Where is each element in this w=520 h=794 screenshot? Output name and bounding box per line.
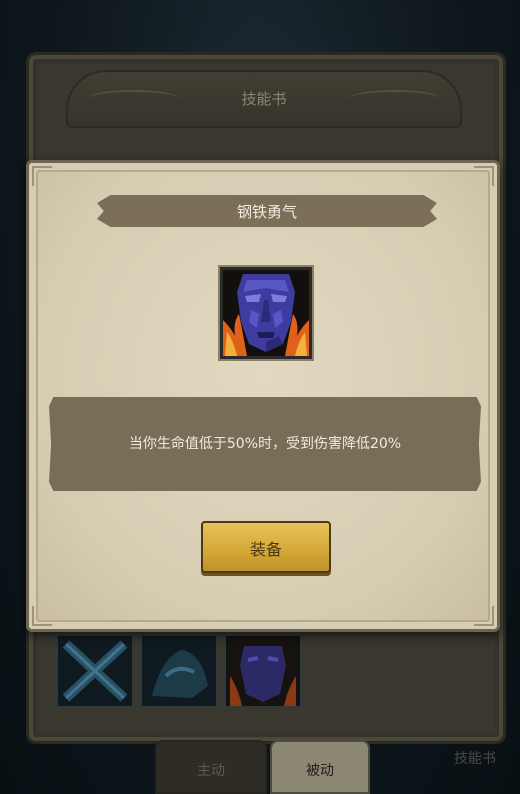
tab-active-skills[interactable]: 主动 [155, 740, 267, 794]
skill-name: 钢铁勇气 [236, 203, 297, 221]
equip-button[interactable]: 装备 [201, 521, 331, 573]
skill-book-header: 技能书 [66, 70, 462, 128]
skill-icon-frame [220, 267, 312, 359]
skill-slot-2[interactable] [140, 634, 218, 708]
skill-description: 当你生命值低于50%时，受到伤害降低20% [128, 436, 402, 452]
popup-corner-tr [474, 166, 494, 186]
popup-corner-br [474, 606, 494, 626]
skill-book-corner-label[interactable]: 技能书 [454, 748, 496, 768]
shadow-beast-icon [142, 636, 216, 706]
skill-name-banner: 钢铁勇气 [97, 195, 437, 227]
equip-button-label: 装备 [249, 540, 282, 559]
popup-corner-bl [32, 606, 52, 626]
skill-description-box: 当你生命值低于50%时，受到伤害降低20% [49, 397, 481, 491]
skill-slot-1[interactable] [56, 634, 134, 708]
tab-passive-skills[interactable]: 被动 [270, 740, 370, 794]
game-screen: 技能书 主动 被动 技能书 钢铁勇气 当你生命值低于50%时，受到伤害降低20%… [0, 0, 520, 794]
iron-face-icon [226, 636, 300, 706]
skill-detail-popup: 钢铁勇气 当你生命值低于50%时，受到伤害降低20% 装备 [26, 160, 500, 632]
crossed-swords-icon [58, 636, 132, 706]
skill-book-title: 技能书 [241, 90, 287, 108]
skill-slot-3[interactable] [224, 634, 302, 708]
iron-face-icon [223, 270, 309, 356]
popup-corner-tl [32, 166, 52, 186]
